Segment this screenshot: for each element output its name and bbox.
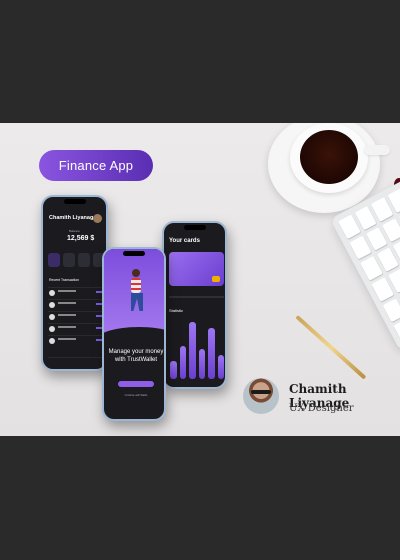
top-letterbox — [0, 0, 400, 123]
transaction-row — [48, 311, 106, 321]
author-avatar — [243, 378, 279, 414]
phone-home-screen: Chamith Liyanage Balance 12,569 $ Recent… — [41, 195, 108, 371]
dancing-person-illustration — [128, 269, 144, 313]
cup-handle — [364, 145, 390, 155]
user-name: Chamith Liyanage — [49, 215, 97, 221]
coffee — [300, 130, 358, 184]
mastercard-icon — [212, 276, 220, 282]
period-tabs — [169, 296, 224, 298]
chart-bar — [189, 322, 196, 379]
bottom-nav — [48, 357, 106, 367]
pen-decoration — [295, 315, 367, 380]
chart-bar — [179, 346, 186, 379]
balance-amount: 12,569 $ — [67, 235, 95, 242]
statistic-chart — [170, 319, 224, 379]
recent-transaction-title: Recent Transaction — [49, 278, 80, 282]
avatar — [93, 214, 102, 223]
stats-action[interactable] — [78, 253, 90, 267]
wallet-action[interactable] — [63, 253, 75, 267]
credit-card — [169, 252, 224, 286]
statistic-label: Statistic — [169, 308, 184, 313]
phone-notch — [63, 199, 86, 204]
send-action[interactable] — [48, 253, 60, 267]
transaction-row — [48, 323, 106, 333]
cards-title: Your cards — [169, 238, 200, 244]
chart-bar — [170, 361, 177, 379]
chart-bar — [217, 355, 224, 379]
quick-actions — [48, 253, 105, 267]
finance-app-badge: Finance App — [39, 150, 153, 181]
phone-notch — [183, 225, 206, 230]
wallet-link[interactable]: Continue with Wallet — [118, 394, 154, 398]
get-started-button[interactable] — [118, 381, 154, 387]
transaction-row — [48, 287, 106, 297]
chart-bar — [208, 328, 215, 379]
phone-notch — [123, 251, 145, 256]
bottom-letterbox — [0, 436, 400, 560]
onboarding-headline: Manage your money with TrustWallet — [108, 349, 164, 363]
transaction-row — [48, 335, 106, 345]
badge-label: Finance App — [58, 158, 134, 173]
balance-label: Balance — [69, 229, 80, 233]
author-role: UX Designer — [289, 403, 354, 414]
phone-cards-screen: Your cards Statistic — [162, 221, 227, 389]
transaction-row — [48, 299, 106, 309]
chart-bar — [198, 349, 205, 379]
phone-onboarding-screen: Manage your money with TrustWallet Conti… — [102, 247, 166, 421]
hero-image: Finance App Chamith Liyanage Balance 12,… — [0, 123, 400, 436]
